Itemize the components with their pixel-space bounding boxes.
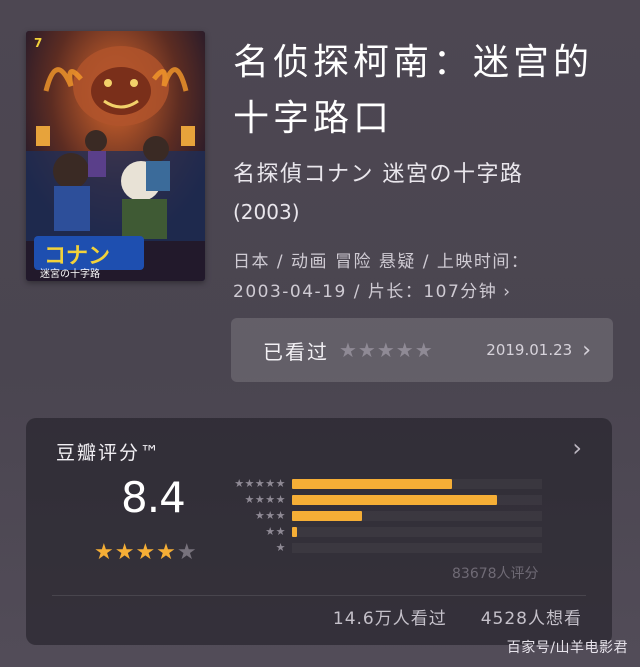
user-rating-stars-icon[interactable]: ★★★★★ — [339, 338, 434, 362]
rating-count: 83678人评分 — [452, 566, 539, 582]
distribution-bar-5 — [292, 479, 452, 489]
distribution-track — [292, 495, 542, 505]
movie-title: 名侦探柯南：迷宫的十字路口 — [233, 42, 594, 139]
meta-line-release: 2003-04-19 / 片长：107分钟 › — [233, 277, 613, 307]
distribution-track — [292, 511, 542, 521]
movie-poster[interactable]: コナン 迷宮の十字路 7 — [26, 31, 205, 281]
chevron-right-icon[interactable]: › — [572, 434, 582, 462]
meta-release-text: 2003-04-19 / 片长：107分钟 — [233, 282, 498, 302]
distribution-track — [292, 543, 542, 553]
distribution-row-5: ★★★★★ — [222, 476, 552, 492]
divider — [52, 595, 586, 596]
chevron-right-icon: › — [582, 337, 591, 363]
rating-distribution: ★★★★★ ★★★★ ★★★ ★★ ★ — [222, 476, 552, 556]
rating-stars-filled: ★★★★ — [94, 540, 177, 565]
watched-status-button[interactable]: 已看过 ★★★★★ 2019.01.23 › — [231, 318, 613, 382]
distribution-track — [292, 527, 542, 537]
poster-image-icon: コナン 迷宮の十字路 7 — [26, 31, 205, 281]
rating-title: 豆瓣评分™ — [56, 442, 162, 464]
audience-stats[interactable]: 14.6万人看过 4528人想看 — [333, 604, 582, 629]
distribution-label-2: ★★ — [265, 525, 286, 538]
want-count[interactable]: 4528人想看 — [481, 609, 582, 629]
distribution-label-3: ★★★ — [254, 509, 286, 522]
distribution-bar-3 — [292, 511, 362, 521]
release-year: (2003) — [233, 200, 300, 224]
watched-count[interactable]: 14.6万人看过 — [333, 609, 447, 629]
svg-text:7: 7 — [34, 36, 42, 50]
watermark: 百家号/山羊电影君 — [506, 640, 628, 656]
watched-label: 已看过 — [263, 339, 329, 364]
distribution-row-3: ★★★ — [222, 508, 552, 524]
rating-stars-icon: ★★★★★ — [94, 540, 198, 565]
rating-score: 8.4 — [121, 473, 186, 522]
original-title: 名探偵コナン 迷宮の十字路 — [233, 162, 524, 187]
distribution-track — [292, 479, 542, 489]
douban-rating-card[interactable]: 豆瓣评分™ › 8.4 ★★★★★ ★★★★★ ★★★★ ★★★ ★★ ★ 83… — [26, 418, 612, 645]
movie-meta[interactable]: 日本 / 动画 冒险 悬疑 / 上映时间： 2003-04-19 / 片长：10… — [233, 247, 613, 307]
distribution-row-1: ★ — [222, 540, 552, 556]
distribution-row-4: ★★★★ — [222, 492, 552, 508]
distribution-label-4: ★★★★ — [244, 493, 286, 506]
chevron-right-icon: › — [503, 282, 512, 302]
rating-stars-empty: ★ — [176, 540, 198, 565]
distribution-bar-2 — [292, 527, 297, 537]
watched-date: 2019.01.23 — [486, 341, 573, 359]
svg-text:コナン: コナン — [44, 244, 110, 269]
distribution-label-1: ★ — [275, 541, 286, 554]
distribution-row-2: ★★ — [222, 524, 552, 540]
meta-line-genres: 日本 / 动画 冒险 悬疑 / 上映时间： — [233, 252, 530, 272]
distribution-bar-4 — [292, 495, 497, 505]
distribution-label-5: ★★★★★ — [234, 477, 286, 490]
svg-text:迷宮の十字路: 迷宮の十字路 — [40, 267, 100, 280]
